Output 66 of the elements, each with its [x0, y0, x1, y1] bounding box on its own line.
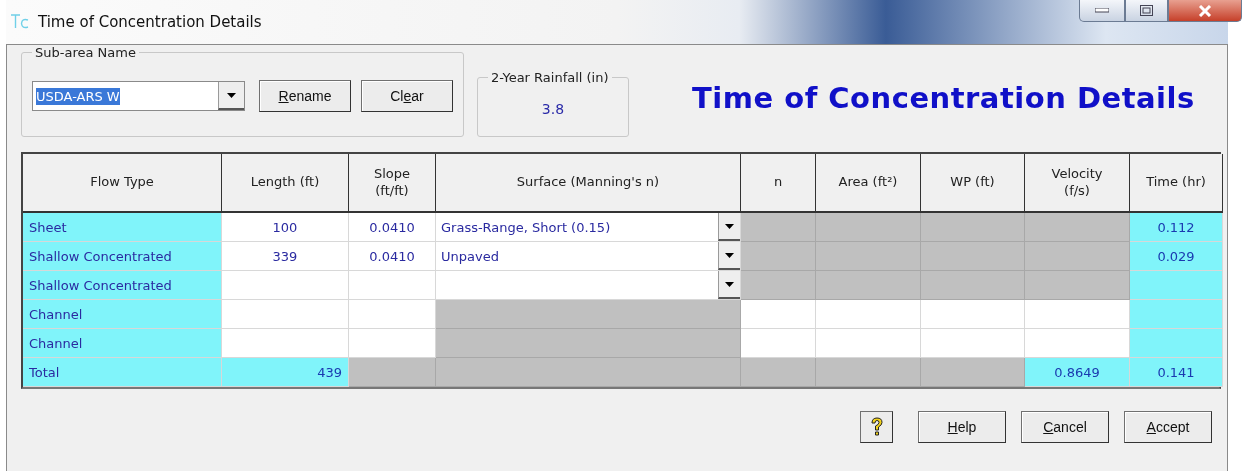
input-cell[interactable]	[1025, 300, 1130, 329]
accept-button[interactable]: Accept	[1124, 411, 1212, 443]
dropdown-button[interactable]	[718, 271, 740, 299]
input-cell[interactable]	[222, 329, 349, 358]
page-heading: Time of Concentration Details	[692, 81, 1195, 115]
result-cell: 0.8649	[1025, 358, 1130, 387]
dropdown-button[interactable]	[718, 242, 740, 270]
input-cell[interactable]	[921, 300, 1025, 329]
rename-button[interactable]: Rename	[259, 80, 351, 112]
column-header: WP (ft)	[921, 154, 1025, 213]
flow-type-cell: Channel	[23, 329, 222, 358]
column-header: Length (ft)	[222, 154, 349, 213]
caret-icon	[725, 281, 734, 287]
caret-icon	[227, 92, 236, 98]
flow-type-cell: Channel	[23, 300, 222, 329]
flow-type-cell: Shallow Concentrated	[23, 242, 222, 271]
minimize-button[interactable]	[1079, 0, 1125, 22]
input-cell[interactable]	[349, 300, 436, 329]
maximize-button[interactable]	[1125, 0, 1168, 22]
maximize-icon	[1140, 5, 1153, 16]
dropdown-button[interactable]	[718, 213, 740, 241]
column-header: Flow Type	[23, 154, 222, 213]
input-cell[interactable]	[1025, 329, 1130, 358]
column-header: Velocity (f/s)	[1025, 154, 1130, 213]
help-button[interactable]: Help	[918, 411, 1006, 443]
input-cell[interactable]: 100	[222, 213, 349, 242]
clear-button[interactable]: Clear	[361, 80, 453, 112]
column-header: Surface (Manning's n)	[436, 154, 741, 213]
result-cell: 0.141	[1130, 358, 1223, 387]
input-cell[interactable]	[349, 271, 436, 300]
total-cell: 439	[222, 358, 349, 387]
column-header: n	[741, 154, 816, 213]
window-title: Time of Concentration Details	[38, 13, 263, 31]
surface-dropdown[interactable]: Grass-Range, Short (0.15)	[436, 213, 741, 242]
flow-type-cell: Total	[23, 358, 222, 387]
group-label: 2-Year Rainfall (in)	[490, 70, 610, 85]
column-header: Time (hr)	[1130, 154, 1223, 213]
input-cell[interactable]: 0.0410	[349, 242, 436, 271]
cancel-button[interactable]: Cancel	[1021, 411, 1109, 443]
close-icon	[1198, 4, 1212, 17]
column-header: Slope (ft/ft)	[349, 154, 436, 213]
input-cell[interactable]	[741, 300, 816, 329]
flow-type-cell: Sheet	[23, 213, 222, 242]
input-cell[interactable]	[349, 329, 436, 358]
input-cell[interactable]	[816, 300, 921, 329]
sub-area-dropdown[interactable]: USDA-ARS W	[32, 81, 245, 111]
column-header: Area (ft²)	[816, 154, 921, 213]
flow-type-cell: Shallow Concentrated	[23, 271, 222, 300]
input-cell[interactable]	[816, 329, 921, 358]
help-icon-button[interactable]	[860, 411, 893, 443]
rainfall-value: 3.8	[540, 100, 566, 117]
surface-dropdown[interactable]: Unpaved	[436, 242, 741, 271]
input-cell[interactable]: 339	[222, 242, 349, 271]
result-cell: 0.029	[1130, 242, 1223, 271]
input-cell[interactable]	[921, 329, 1025, 358]
input-cell[interactable]	[222, 271, 349, 300]
result-cell: 0.112	[1130, 213, 1223, 242]
caret-icon	[725, 223, 734, 229]
input-cell[interactable]	[741, 329, 816, 358]
question-mark-icon	[869, 417, 884, 437]
input-cell[interactable]: 0.0410	[349, 213, 436, 242]
caret-icon	[725, 252, 734, 258]
input-cell[interactable]	[222, 300, 349, 329]
group-label: Sub-area Name	[34, 45, 137, 60]
minimize-icon	[1095, 8, 1109, 13]
close-button[interactable]	[1168, 0, 1242, 22]
